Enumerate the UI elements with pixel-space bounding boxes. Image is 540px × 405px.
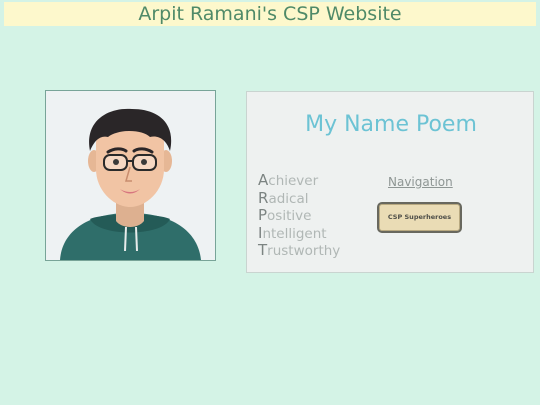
name-poem-card: My Name Poem Achiever Radical Positive I…: [246, 91, 534, 273]
acrostic-rest: ntelligent: [262, 225, 327, 242]
acrostic-initial: P: [258, 206, 268, 224]
acrostic-initial: T: [258, 241, 268, 259]
acrostic-line: Trustworthy: [258, 241, 341, 260]
acrostic-initial: R: [258, 188, 269, 207]
acrostic-rest: chiever: [268, 173, 319, 189]
acrostic-line: Intelligent: [258, 224, 340, 243]
poem-title: My Name Poem: [305, 112, 477, 137]
acrostic-rest: rustworthy: [267, 243, 341, 259]
acrostic-line: Positive: [258, 206, 340, 225]
avatar: [45, 90, 216, 261]
acrostic-rest: adical: [268, 190, 309, 207]
acrostic-initial: A: [258, 171, 269, 189]
acrostic-list: Achiever Radical Positive Intelligent Tr…: [258, 171, 341, 260]
site-title: Arpit Ramani's CSP Website: [4, 2, 536, 26]
acrostic-rest: ositive: [267, 208, 312, 224]
acrostic-line: Radical: [258, 188, 340, 208]
acrostic-line: Achiever: [258, 171, 340, 190]
csp-superheroes-button[interactable]: CSP Superheroes: [377, 202, 462, 233]
avatar-portrait-icon: [46, 91, 215, 260]
navigation-link[interactable]: Navigation: [388, 175, 453, 189]
